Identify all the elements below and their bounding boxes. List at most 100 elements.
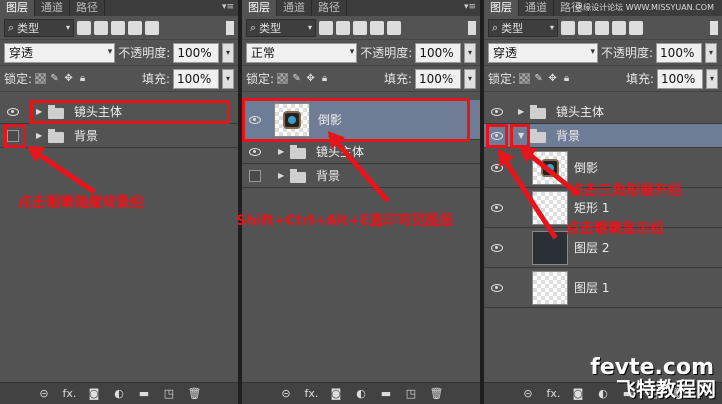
expand-triangle-icon[interactable]: ▶ — [36, 131, 42, 140]
chevron-down-icon: ▾ — [65, 23, 70, 32]
layer-row-lens-group[interactable]: ▶ 镜头主体 — [484, 100, 722, 124]
visibility-toggle[interactable] — [486, 268, 508, 307]
adjustment-filter-icon[interactable] — [578, 20, 592, 35]
mask-icon[interactable]: ◙ — [572, 388, 585, 399]
panel-menu-icon[interactable]: ▾≡ — [222, 2, 234, 12]
visibility-toggle[interactable] — [486, 100, 508, 123]
trash-icon[interactable]: 🗑︎ — [188, 388, 202, 399]
opacity-input[interactable]: 100% — [656, 42, 703, 63]
smart-object-filter-icon[interactable] — [629, 20, 643, 35]
lock-brush-icon[interactable]: ✎ — [533, 73, 544, 84]
group-icon[interactable]: ▬ — [138, 388, 151, 399]
visibility-toggle[interactable] — [244, 164, 266, 187]
blend-row: 正常 ▾ 不透明度: 100% ▾ — [242, 40, 480, 66]
fill-dropdown-icon[interactable]: ▾ — [222, 68, 234, 89]
filter-kind-select[interactable]: ⌕ 类型 ▾ — [488, 18, 558, 37]
lock-all-icon[interactable]: 🔒︎ — [319, 73, 330, 84]
lock-brush-icon[interactable]: ✎ — [49, 73, 60, 84]
type-filter-icon[interactable] — [353, 20, 367, 35]
type-filter-icon[interactable] — [595, 20, 609, 35]
lock-transparent-icon[interactable] — [35, 73, 47, 84]
annotation-hide-bg: 点击眼睛隐藏背景组 — [18, 195, 144, 211]
fill-input[interactable]: 100% — [657, 68, 703, 89]
tab-channels[interactable]: 通道 — [35, 0, 70, 16]
lock-brush-icon[interactable]: ✎ — [291, 73, 302, 84]
expand-triangle-icon[interactable]: ▶ — [518, 107, 524, 116]
adjustment-filter-icon[interactable] — [336, 20, 350, 35]
tab-paths[interactable]: 路径 — [312, 0, 347, 16]
blend-mode-select[interactable]: 穿透 ▾ — [4, 42, 116, 63]
shape-filter-icon[interactable] — [612, 20, 626, 35]
lock-transparent-icon[interactable] — [277, 73, 289, 84]
layers-panel-2: 图层 通道 路径 ▾≡ ⌕ 类型 ▾ 正常 ▾ 不透明度: 100% ▾ 锁定: ✎ … — [242, 0, 482, 404]
expand-triangle-icon[interactable]: ▶ — [278, 171, 284, 180]
filter-toggle[interactable] — [710, 20, 718, 35]
expand-triangle-icon[interactable]: ▶ — [278, 147, 284, 156]
pixel-filter-icon[interactable] — [77, 20, 91, 35]
fx-icon[interactable]: fx. — [63, 388, 77, 399]
new-layer-icon[interactable]: ◳ — [405, 388, 418, 399]
fill-dropdown-icon[interactable]: ▾ — [464, 68, 476, 89]
adjustment-icon[interactable]: ◐ — [355, 388, 368, 399]
fill-label: 填充: — [141, 72, 170, 86]
mask-icon[interactable]: ◙ — [330, 388, 343, 399]
tab-layers[interactable]: 图层 — [242, 0, 277, 16]
pixel-filter-icon[interactable] — [561, 20, 575, 35]
fill-input[interactable]: 100% — [415, 68, 461, 89]
visibility-toggle[interactable] — [486, 188, 508, 227]
layer-name: 背景 — [556, 129, 581, 143]
link-icon[interactable]: ⊝ — [38, 388, 51, 399]
group-icon[interactable]: ▬ — [380, 388, 393, 399]
fill-dropdown-icon[interactable]: ▾ — [706, 68, 718, 89]
blend-mode-select[interactable]: 穿透 ▾ — [488, 42, 598, 63]
visibility-toggle[interactable] — [486, 228, 508, 267]
fx-icon[interactable]: fx. — [547, 388, 561, 399]
opacity-dropdown-icon[interactable]: ▾ — [222, 42, 234, 63]
link-icon[interactable]: ⊝ — [280, 388, 293, 399]
search-icon: ⌕ — [8, 20, 15, 34]
link-icon[interactable]: ⊝ — [522, 388, 535, 399]
opacity-dropdown-icon[interactable]: ▾ — [705, 42, 718, 63]
filter-kind-select[interactable]: ⌕ 类型 ▾ — [4, 18, 74, 37]
pixel-filter-icon[interactable] — [319, 20, 333, 35]
tab-layers[interactable]: 图层 — [0, 0, 35, 16]
lock-move-icon[interactable]: ✥ — [63, 73, 74, 84]
trash-icon[interactable]: 🗑︎ — [430, 388, 444, 399]
filter-kind-select[interactable]: ⌕ 类型 ▾ — [246, 18, 316, 37]
mask-icon[interactable]: ◙ — [88, 388, 101, 399]
tab-layers[interactable]: 图层 — [484, 0, 519, 16]
tab-channels[interactable]: 通道 — [519, 0, 554, 16]
blend-mode-select[interactable]: 正常 ▾ — [246, 42, 358, 63]
lock-all-icon[interactable]: 🔒︎ — [561, 73, 572, 84]
lock-move-icon[interactable]: ✥ — [547, 73, 558, 84]
layer-row-lens-group[interactable]: ▶ 镜头主体 — [242, 140, 480, 164]
lock-all-icon[interactable]: 🔒︎ — [77, 73, 88, 84]
folder-icon — [530, 105, 546, 119]
tab-channels[interactable]: 通道 — [277, 0, 312, 16]
lock-transparent-icon[interactable] — [519, 73, 531, 84]
fill-input[interactable]: 100% — [173, 68, 219, 89]
type-filter-icon[interactable] — [111, 20, 125, 35]
fx-icon[interactable]: fx. — [305, 388, 319, 399]
opacity-dropdown-icon[interactable]: ▾ — [464, 42, 476, 63]
lock-move-icon[interactable]: ✥ — [305, 73, 316, 84]
adjustment-icon[interactable]: ◐ — [597, 388, 610, 399]
visibility-toggle[interactable] — [2, 100, 24, 123]
shape-filter-icon[interactable] — [370, 20, 384, 35]
filter-row: ⌕ 类型 ▾ — [0, 16, 238, 40]
layer-row-layer1[interactable]: 图层 1 — [484, 268, 722, 308]
shape-filter-icon[interactable] — [128, 20, 142, 35]
adjustment-filter-icon[interactable] — [94, 20, 108, 35]
panel-menu-icon[interactable]: ▾≡ — [464, 2, 476, 12]
visibility-toggle[interactable] — [244, 140, 266, 163]
filter-toggle[interactable] — [226, 20, 234, 35]
smart-object-filter-icon[interactable] — [387, 20, 401, 35]
filter-toggle[interactable] — [468, 20, 476, 35]
adjustment-icon[interactable]: ◐ — [113, 388, 126, 399]
opacity-input[interactable]: 100% — [173, 42, 220, 63]
new-layer-icon[interactable]: ◳ — [163, 388, 176, 399]
smart-object-filter-icon[interactable] — [145, 20, 159, 35]
blend-mode-value: 正常 — [251, 46, 276, 60]
opacity-input[interactable]: 100% — [415, 42, 462, 63]
tab-paths[interactable]: 路径 — [70, 0, 105, 16]
